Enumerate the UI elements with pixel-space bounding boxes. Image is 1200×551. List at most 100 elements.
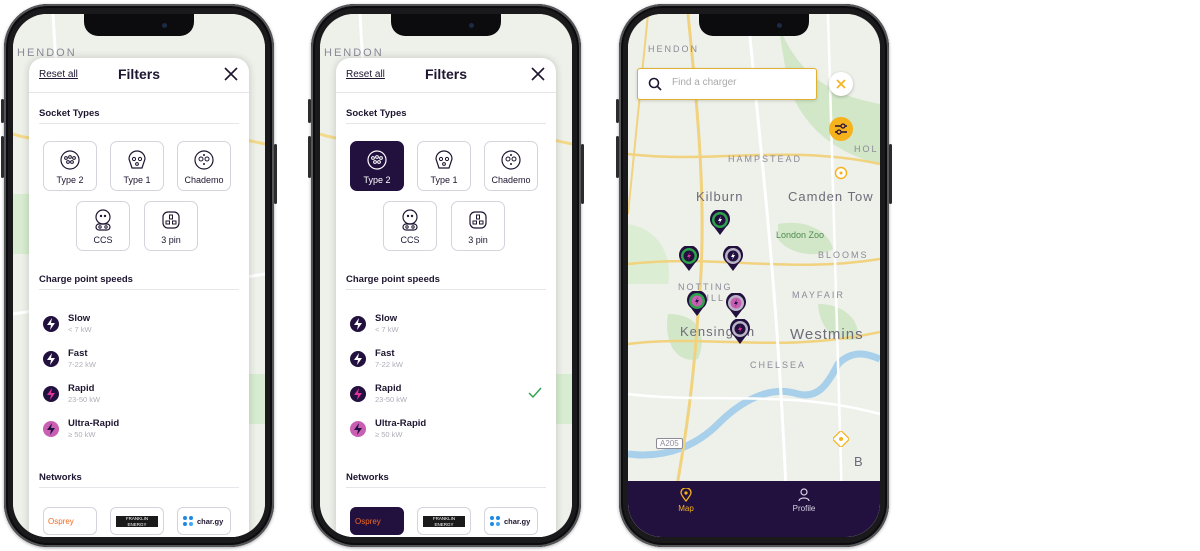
network-franklin-button[interactable]: FRANKLIN ENERGY (110, 507, 164, 535)
bolt-icon (43, 316, 59, 332)
speed-option-slow[interactable]: Slow < 7 kW (37, 310, 241, 340)
speed-option-rapid-selected[interactable]: Rapid 23-50 kW (344, 380, 548, 410)
socket-3pin-button[interactable]: 3 pin (144, 201, 198, 251)
speed-option-ultra-rapid[interactable]: Ultra-Rapid ≥ 50 kW (37, 415, 241, 445)
close-icon[interactable] (528, 64, 548, 84)
tab-map[interactable]: Map (646, 487, 726, 513)
clear-search-button[interactable] (829, 72, 853, 96)
tab-label-profile: Profile (792, 504, 816, 513)
filters-button[interactable] (829, 117, 853, 141)
socket-label: CCS (93, 235, 113, 245)
socket-types-heading: Socket Types (346, 108, 546, 124)
charger-pin-green[interactable] (678, 246, 700, 272)
speed-option-ultra-rapid[interactable]: Ultra-Rapid ≥ 50 kW (344, 415, 548, 445)
socket-ccs-button[interactable]: CCS (76, 201, 130, 251)
socket-label: 3 pin (161, 235, 181, 245)
socket-3pin-button[interactable]: 3 pin (451, 201, 505, 251)
franklin-logo: FRANKLIN ENERGY (116, 516, 158, 527)
network-osprey-button[interactable]: Osprey (43, 507, 97, 535)
network-osprey-button-selected[interactable]: Osprey (350, 507, 404, 535)
socket-label: Chademo (491, 175, 531, 185)
type2-socket-icon (367, 150, 387, 170)
speed-name: Fast (68, 348, 88, 359)
speed-range: 7-22 kW (68, 360, 96, 369)
type1-socket-icon (435, 150, 453, 169)
phone-filters-selected: HENDON Reset all Filters Socket Types Ty… (308, 4, 584, 547)
search-bar (637, 68, 817, 100)
charger-pin-green[interactable] (686, 291, 708, 317)
speeds-heading: Charge point speeds (39, 274, 239, 290)
socket-ccs-button[interactable]: CCS (383, 201, 437, 251)
phone-filters: HENDON Reset all Filters Socket Types Ty… (1, 4, 277, 547)
socket-type1-button[interactable]: Type 1 (110, 141, 164, 191)
speed-name: Slow (68, 313, 91, 324)
socket-label: 3 pin (468, 235, 488, 245)
socket-type2-button-selected[interactable]: Type 2 (350, 141, 404, 191)
screen: HENDON Reset all Filters Socket Types Ty… (320, 14, 572, 537)
socket-type2-button[interactable]: Type 2 (43, 141, 97, 191)
info-pin-icon[interactable] (834, 166, 848, 180)
screen: HENDON HAMPSTEAD HOL Kilburn Camden Tow … (628, 14, 880, 537)
charger-pin-green[interactable] (709, 210, 731, 236)
chademo-socket-icon (194, 150, 214, 170)
tab-label-map: Map (678, 504, 694, 513)
network-chargy-button[interactable]: char.gy (484, 507, 538, 535)
socket-label: Chademo (184, 175, 224, 185)
speed-range: < 7 kW (375, 325, 399, 334)
map-label-chelsea: CHELSEA (750, 360, 807, 370)
bottom-tab-bar: Map Profile (628, 481, 880, 537)
three-pin-socket-icon (162, 211, 180, 229)
bolt-icon (350, 316, 366, 332)
map-label-camden: Camden Tow (788, 189, 874, 204)
socket-chademo-button[interactable]: Chademo (177, 141, 231, 191)
franklin-logo: FRANKLIN ENERGY (423, 516, 465, 527)
tab-profile[interactable]: Profile (764, 488, 844, 513)
speed-option-slow[interactable]: Slow < 7 kW (344, 310, 548, 340)
speed-range: 23-50 kW (68, 395, 101, 404)
chargy-dots-icon (490, 516, 500, 526)
socket-label: Type 1 (123, 175, 151, 185)
map-label-kilburn: Kilburn (696, 189, 744, 204)
road-label-a205: A205 (656, 438, 683, 449)
close-icon (836, 79, 846, 89)
speed-option-fast[interactable]: Fast 7-22 kW (344, 345, 548, 375)
charger-pin-grey[interactable] (725, 293, 747, 319)
speed-range: ≥ 50 kW (68, 430, 96, 439)
filters-sheet: Reset all Filters Socket Types Type 2 Ty… (336, 58, 556, 537)
bolt-icon (43, 421, 59, 437)
socket-label: Type 1 (430, 175, 458, 185)
charger-pin-grey[interactable] (729, 319, 751, 345)
speed-option-fast[interactable]: Fast 7-22 kW (37, 345, 241, 375)
socket-type1-button[interactable]: Type 1 (417, 141, 471, 191)
map-label-hendon: HENDON (648, 44, 700, 54)
speed-range: < 7 kW (68, 325, 92, 334)
bolt-icon (350, 386, 366, 402)
locate-me-icon[interactable] (833, 431, 849, 447)
network-franklin-button[interactable]: FRANKLIN ENERGY (417, 507, 471, 535)
filters-header: Reset all Filters (29, 58, 249, 93)
search-input[interactable] (670, 76, 814, 89)
socket-types-heading: Socket Types (39, 108, 239, 124)
socket-chademo-button[interactable]: Chademo (484, 141, 538, 191)
checkmark-icon (528, 387, 542, 399)
bolt-icon (350, 351, 366, 367)
filters-title: Filters (424, 66, 467, 82)
chargy-logo: char.gy (504, 517, 531, 526)
osprey-logo: Osprey (355, 517, 381, 526)
close-icon[interactable] (221, 64, 241, 84)
bolt-icon (43, 351, 59, 367)
phone-map: HENDON HAMPSTEAD HOL Kilburn Camden Tow … (616, 4, 892, 547)
socket-label: CCS (400, 235, 420, 245)
charger-pin-grey[interactable] (722, 246, 744, 272)
notch (391, 14, 501, 36)
notch (84, 14, 194, 36)
map-label-b: B (854, 454, 865, 469)
ccs-socket-icon (402, 209, 418, 231)
bolt-icon (350, 421, 366, 437)
ccs-socket-icon (95, 209, 111, 231)
speed-range: ≥ 50 kW (375, 430, 403, 439)
osprey-logo: Osprey (48, 517, 74, 526)
speed-option-rapid[interactable]: Rapid 23-50 kW (37, 380, 241, 410)
type2-socket-icon (60, 150, 80, 170)
network-chargy-button[interactable]: char.gy (177, 507, 231, 535)
